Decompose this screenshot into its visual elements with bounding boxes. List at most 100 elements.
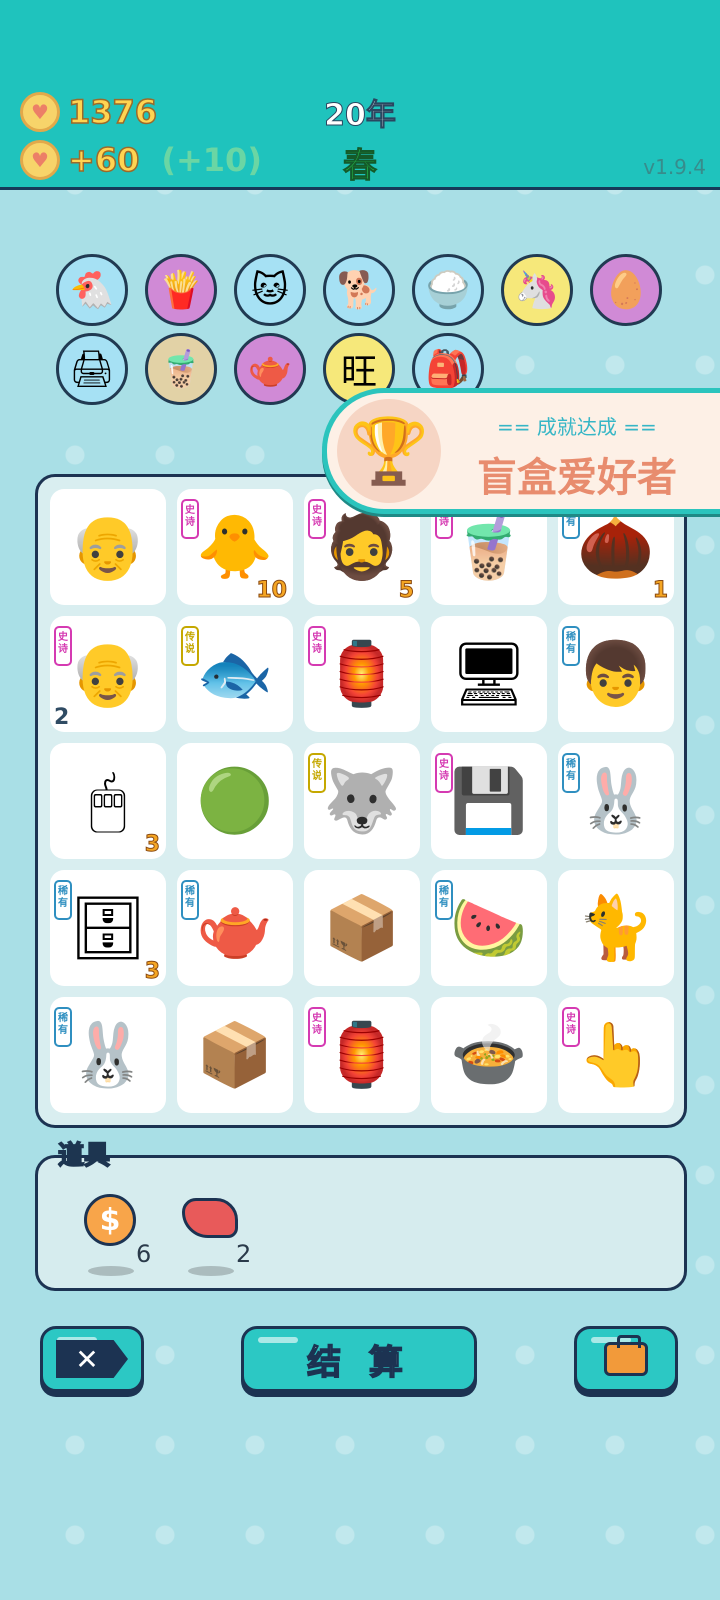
props-panel: $ 6 2 [35, 1155, 687, 1291]
coin-icon: $ [84, 1194, 136, 1246]
prop-shadow [88, 1266, 134, 1276]
printer-icon[interactable]: 🖨 [56, 333, 128, 405]
liver-icon [182, 1198, 238, 1238]
slime-capsule-icon: 🟢 [196, 764, 274, 837]
board-cell[interactable]: 🖥 [431, 616, 547, 732]
boy-icon: 👦 [577, 637, 655, 710]
yellow-chick-icon: 🐥 [196, 510, 274, 583]
board-cell[interactable]: 🏮 史诗 [304, 997, 420, 1113]
prop-liver[interactable] [182, 1198, 238, 1238]
trophy-icon: 🏆 [337, 399, 441, 503]
achievement-title: 盲盒爱好者 [477, 455, 677, 501]
coin-total: 1376 [67, 92, 158, 132]
settle-button[interactable]: 结 算 [241, 1326, 477, 1392]
rarity-tag: 史诗 [308, 626, 326, 666]
heart-coin-icon: ♥ [20, 92, 60, 132]
prop-shadow [188, 1266, 234, 1276]
stack-count: 1 [652, 578, 668, 604]
old-man-icon: 👴 [69, 510, 147, 583]
rarity-tag: 稀有 [54, 880, 72, 920]
green-hat-man-icon: 🧔 [323, 510, 401, 583]
watermelon-icon: 🍉 [450, 891, 528, 964]
rarity-tag: 稀有 [435, 880, 453, 920]
board-cell[interactable]: 🐺 传说 [304, 743, 420, 859]
mouse-icon: 🖱 [89, 764, 127, 837]
board-cell[interactable]: 🍲 [431, 997, 547, 1113]
fries-icon[interactable]: 🍟 [145, 254, 217, 326]
year-label: 20年 [324, 98, 397, 134]
achievement-subtitle: == 成就达成 == [497, 415, 657, 439]
soup-bowl-icon: 🍲 [450, 1018, 528, 1091]
briefcase-icon [604, 1335, 648, 1376]
board-cell[interactable]: 🏮 史诗 [304, 616, 420, 732]
board-cell[interactable]: 👴 [50, 489, 166, 605]
board-cell[interactable]: 👦 稀有 [558, 616, 674, 732]
board-cell[interactable]: 🟢 [177, 743, 293, 859]
board-cell[interactable]: 👴 史诗 2 [50, 616, 166, 732]
rabbit-house-icon: 🏮 [323, 637, 401, 710]
version-label: v1.9.4 [643, 155, 706, 179]
stack-count: 3 [144, 832, 160, 858]
board-cell[interactable]: 📦 [177, 997, 293, 1113]
rice-bowl-icon[interactable]: 🍚 [412, 254, 484, 326]
board-cell[interactable]: 🐰 稀有 [50, 997, 166, 1113]
rarity-tag: 史诗 [181, 499, 199, 539]
stack-count: 10 [256, 578, 288, 604]
unicorn-icon[interactable]: 🦄 [501, 254, 573, 326]
monitor-icon: 🖥 [449, 637, 529, 710]
settle-label: 结 算 [306, 1342, 411, 1384]
teapot-icon: 🫖 [196, 891, 274, 964]
bag-button[interactable] [574, 1326, 678, 1392]
pointing-hand-icon: 👆 [577, 1018, 655, 1091]
chicken-egg-icon[interactable]: 🐔 [56, 254, 128, 326]
egg-icon[interactable]: 🥚 [590, 254, 662, 326]
stack-count: 2 [54, 705, 70, 730]
board-cell[interactable]: 🐈 [558, 870, 674, 986]
rarity-tag: 稀有 [562, 626, 580, 666]
stack-count: 5 [398, 578, 414, 604]
board-cell[interactable]: 📦 [304, 870, 420, 986]
husky-king-icon: 🐺 [323, 764, 401, 837]
board-cell[interactable]: 👆 史诗 [558, 997, 674, 1113]
rarity-tag: 史诗 [435, 753, 453, 793]
rarity-tag: 传说 [181, 626, 199, 666]
props-title: 道具 [57, 1140, 111, 1172]
gravy-boat-icon[interactable]: 🫖 [234, 333, 306, 405]
rarity-tag: 史诗 [54, 626, 72, 666]
rarity-tag: 稀有 [54, 1007, 72, 1047]
board-cell[interactable]: 🐰 稀有 [558, 743, 674, 859]
top-bar: ♥ 1376 ♥ +60 (+10) 20年 春 v1.9.4 [0, 0, 720, 190]
heart-coin-icon: ♥ [20, 140, 60, 180]
board-cell[interactable]: 🗄 稀有 3 [50, 870, 166, 986]
koi-fish-icon: 🐟 [196, 637, 274, 710]
season-label: 春 [343, 146, 378, 187]
board-cell[interactable]: 🐥 史诗 10 [177, 489, 293, 605]
box-icon: 📦 [196, 1018, 274, 1091]
cat-standing-icon: 🐈 [577, 891, 655, 964]
rarity-tag: 传说 [308, 753, 326, 793]
rarity-tag: 史诗 [562, 1007, 580, 1047]
stack-count: 3 [144, 959, 160, 985]
board-cell[interactable]: 🍉 稀有 [431, 870, 547, 986]
board-cell[interactable]: 💾 史诗 [431, 743, 547, 859]
board-cell[interactable]: 🖱 3 [50, 743, 166, 859]
bubble-tea-icon: 🧋 [450, 510, 528, 583]
board-cell[interactable]: 🐟 传说 [177, 616, 293, 732]
board-cell[interactable]: 🫖 稀有 [177, 870, 293, 986]
rarity-tag: 稀有 [562, 753, 580, 793]
delete-button[interactable]: ✕ [40, 1326, 144, 1392]
prop-coin[interactable]: $ [84, 1194, 136, 1246]
rarity-tag: 史诗 [308, 499, 326, 539]
slot-board: 👴🐥史诗10🧔史诗5🧋史诗🌰稀有1👴史诗2🐟传说🏮史诗🖥👦稀有🖱3🟢🐺传说💾史诗… [35, 474, 687, 1128]
rabbit-icon: 🐰 [69, 1018, 147, 1091]
rabbit-icon: 🐰 [577, 764, 655, 837]
prop-count: 6 [136, 1240, 152, 1268]
pc-tower-icon: 🗄 [68, 891, 148, 964]
milk-tea-icon[interactable]: 🧋 [145, 333, 217, 405]
rabbit-house-icon: 🏮 [323, 1018, 401, 1091]
bonus-value: (+10) [161, 141, 262, 179]
cat-icon[interactable]: 🐱 [234, 254, 306, 326]
dog-sunglasses-icon[interactable]: 🐕 [323, 254, 395, 326]
rarity-tag: 史诗 [308, 1007, 326, 1047]
income-row: ♥ +60 (+10) [20, 140, 262, 180]
